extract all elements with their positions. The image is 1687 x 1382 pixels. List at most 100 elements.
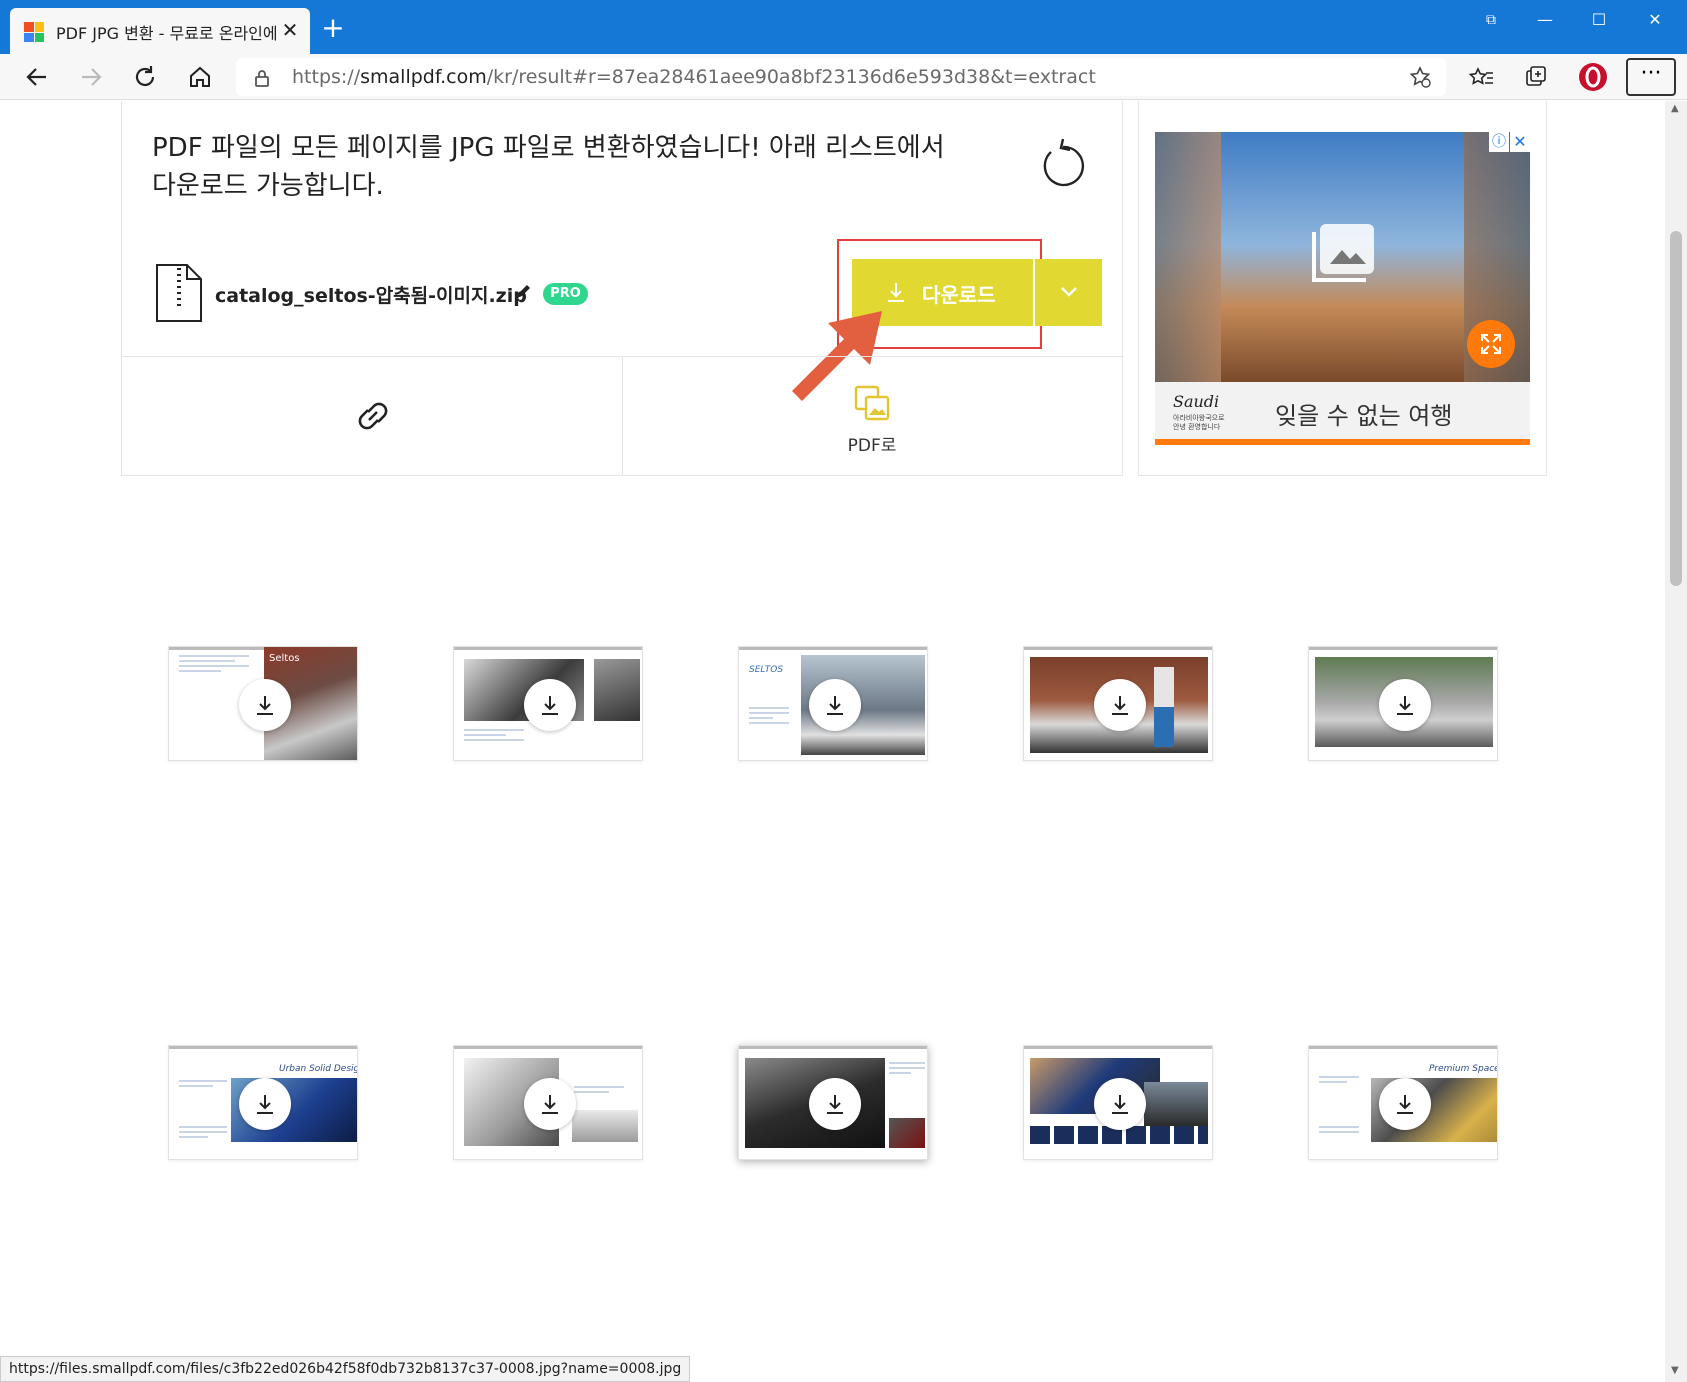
- ad-image: ⓘ ✕: [1155, 132, 1530, 382]
- vertical-scrollbar[interactable]: ▲ ▼: [1665, 101, 1687, 1382]
- thumb-header-bar: [1024, 1046, 1212, 1049]
- restart-icon[interactable]: [1037, 136, 1085, 188]
- page-thumbnail-2[interactable]: [453, 646, 643, 761]
- favorites-button[interactable]: [1465, 60, 1499, 94]
- thumb-text-lines: [179, 1080, 227, 1090]
- thumb-header-bar: [739, 1046, 927, 1049]
- browser-window: { "tab": { "title": "PDF JPG 변환 - 무료로 온라…: [0, 0, 1687, 1382]
- back-button[interactable]: [20, 60, 54, 94]
- tab-title: PDF JPG 변환 - 무료로 온라인에서: [56, 24, 276, 43]
- forward-button[interactable]: [74, 60, 108, 94]
- ad-close-icon[interactable]: ✕: [1510, 132, 1530, 152]
- thumb-text-lines-2: [179, 1126, 227, 1141]
- collections-icon: [1526, 66, 1546, 86]
- download-options-dropdown[interactable]: [1035, 259, 1102, 326]
- browser-tab[interactable]: PDF JPG 변환 - 무료로 온라인에서 ✕: [10, 8, 310, 54]
- thumb-caption: Urban Solid Design: [279, 1064, 358, 1074]
- download-icon: [827, 696, 843, 715]
- ad-expand-button[interactable]: [1467, 320, 1515, 368]
- collections-button[interactable]: [1519, 60, 1553, 94]
- home-button[interactable]: [183, 60, 217, 94]
- thumb-download-button[interactable]: [524, 1078, 576, 1130]
- page-content: PDF 파일의 모든 페이지를 JPG 파일로 변환하였습니다! 아래 리스트에…: [0, 101, 1665, 1382]
- thumb-download-button[interactable]: [1379, 1078, 1431, 1130]
- thumb-header-bar: [454, 647, 642, 650]
- page-thumbnail-9[interactable]: [1023, 1045, 1213, 1160]
- thumb-photo-interior: [1144, 1082, 1208, 1126]
- to-pdf-label[interactable]: PDF로: [822, 431, 922, 456]
- lock-icon: [255, 70, 269, 87]
- expand-icon: [1481, 334, 1501, 354]
- thumb-person: [1154, 667, 1174, 747]
- page-thumbnail-7[interactable]: [453, 1045, 643, 1160]
- ad-info-icon[interactable]: ⓘ: [1489, 132, 1509, 152]
- tab-close-icon[interactable]: ✕: [278, 18, 302, 42]
- card-column-divider: [622, 356, 623, 476]
- thumb-photo-secondary: [594, 659, 640, 721]
- title-bar: PDF JPG 변환 - 무료로 온라인에서 ✕ + ⧉ — ☐ ✕: [0, 0, 1687, 54]
- thumb-download-button[interactable]: [1094, 679, 1146, 731]
- url-host: smallpdf.com: [360, 66, 487, 88]
- ad-tagline: 잊을 수 없는 여행: [1275, 402, 1453, 430]
- refresh-icon: [135, 66, 155, 86]
- thumb-download-button[interactable]: [239, 679, 291, 731]
- scroll-down-icon[interactable]: ▼: [1671, 1365, 1681, 1376]
- thumb-caption: Premium Space: [1429, 1064, 1498, 1074]
- close-window-button[interactable]: ✕: [1630, 0, 1680, 40]
- thumb-download-button[interactable]: [809, 679, 861, 731]
- download-icon: [1112, 696, 1128, 715]
- home-icon: [190, 66, 210, 87]
- pro-badge: PRO: [543, 283, 588, 305]
- minimize-button[interactable]: —: [1520, 0, 1570, 40]
- thumb-header-bar: [739, 647, 927, 650]
- thumb-download-button[interactable]: [524, 679, 576, 731]
- image-placeholder-icon: [1312, 224, 1374, 282]
- thumb-text-lines-2: [1319, 1126, 1359, 1136]
- result-card: PDF 파일의 모든 페이지를 JPG 파일로 변환하였습니다! 아래 리스트에…: [121, 101, 1124, 476]
- opera-extension-icon: [1579, 63, 1607, 91]
- settings-more-button[interactable]: ···: [1626, 58, 1676, 96]
- page-thumbnail-6[interactable]: Urban Solid Design: [168, 1045, 358, 1160]
- new-tab-button[interactable]: +: [318, 14, 348, 44]
- thumb-download-button[interactable]: [1094, 1078, 1146, 1130]
- ad-brand-subtitle: 아라비아왕국으로 안녕 환영합니다: [1173, 414, 1225, 431]
- scrollbar-thumb[interactable]: [1670, 231, 1682, 586]
- images-to-pdf-icon[interactable]: [852, 383, 892, 423]
- page-thumbnail-4[interactable]: [1023, 646, 1213, 761]
- thumb-text-lines: [889, 1062, 925, 1077]
- page-thumbnail-8[interactable]: [738, 1045, 928, 1160]
- forward-arrow-icon: [82, 68, 102, 86]
- rename-pencil-icon[interactable]: [514, 283, 532, 301]
- status-bar-url: https://files.smallpdf.com/files/c3fb22e…: [0, 1356, 691, 1382]
- thumb-caption: Seltos: [269, 653, 300, 664]
- thumb-header-bar: [1309, 1046, 1497, 1049]
- page-thumbnail-5[interactable]: [1308, 646, 1498, 761]
- ad-brand-logo: Saudi: [1173, 392, 1220, 411]
- thumb-text-lines: [179, 655, 249, 675]
- add-favorite-star-icon[interactable]: [1408, 65, 1432, 89]
- thumb-download-button[interactable]: [1379, 679, 1431, 731]
- window-collections-icon[interactable]: ⧉: [1466, 0, 1516, 40]
- thumb-photo-secondary: [889, 1118, 925, 1148]
- page-thumbnail-3[interactable]: SELTOS: [738, 646, 928, 761]
- ad-image-blur-left: [1155, 132, 1221, 382]
- favorites-list-icon: [1468, 67, 1493, 85]
- thumb-header-bar: [1309, 647, 1497, 650]
- share-link-icon[interactable]: [348, 391, 398, 441]
- ad-banner[interactable]: ⓘ ✕ Saudi 아라비아왕국으로 안녕 환영합니다 잊을 수 없는 여행: [1155, 132, 1530, 445]
- thumb-download-button[interactable]: [809, 1078, 861, 1130]
- profile-button[interactable]: [1576, 60, 1610, 94]
- thumb-header-bar: [1024, 647, 1212, 650]
- maximize-button[interactable]: ☐: [1574, 0, 1624, 40]
- refresh-button[interactable]: [128, 60, 162, 94]
- download-icon: [1397, 696, 1413, 715]
- thumb-download-button[interactable]: [239, 1078, 291, 1130]
- page-thumbnail-1[interactable]: Seltos: [168, 646, 358, 761]
- zip-file-icon: [156, 264, 202, 322]
- scroll-up-icon[interactable]: ▲: [1671, 103, 1681, 114]
- page-thumbnail-10[interactable]: Premium Space: [1308, 1045, 1498, 1160]
- address-bar[interactable]: https://smallpdf.com/kr/result#r=87ea284…: [236, 58, 1446, 96]
- thumb-caption: SELTOS: [749, 665, 784, 675]
- file-name: catalog_seltos-압축됨-이미지.zip: [215, 285, 527, 307]
- thumb-text-lines: [749, 707, 789, 727]
